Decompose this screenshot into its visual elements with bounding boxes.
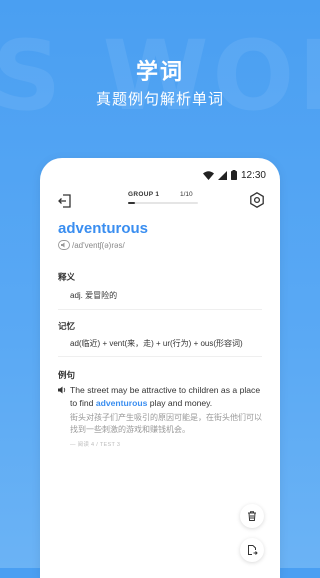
wifi-icon bbox=[202, 170, 214, 180]
phone-screen: 12:30 GROUP 1 1/10 adventurous /ad'ventʃ… bbox=[40, 158, 280, 578]
example-block: The street may be attractive to children… bbox=[58, 384, 268, 448]
memory-body: ad(临近) + vent(来，走) + ur(行为) + ous(形容词) bbox=[70, 339, 243, 348]
trash-icon bbox=[248, 511, 256, 521]
speaker-icon[interactable] bbox=[58, 240, 70, 250]
toolbar: GROUP 1 1/10 bbox=[40, 188, 280, 218]
definition-title: 释义 bbox=[58, 272, 76, 282]
delete-button[interactable] bbox=[240, 504, 264, 528]
memory-title: 记忆 bbox=[58, 321, 76, 331]
example-english: The street may be attractive to children… bbox=[58, 384, 268, 409]
example-highlight-word: adventurous bbox=[95, 397, 148, 408]
promo-subtitle: 真题例句解析单词 bbox=[95, 91, 224, 108]
export-button[interactable] bbox=[240, 538, 264, 562]
phonetic-text: /ad'ventʃ(ə)rəs/ bbox=[72, 240, 125, 250]
speaker-icon[interactable] bbox=[58, 386, 67, 394]
battery-icon bbox=[230, 170, 237, 180]
example-text-after: play and money. bbox=[147, 397, 213, 408]
example-source: — 阅读 4 / TEST 3 bbox=[70, 442, 121, 448]
example-title: 例句 bbox=[58, 370, 76, 380]
group-label: GROUP 1 bbox=[128, 191, 160, 198]
group-progress-bar bbox=[128, 202, 198, 204]
exit-button[interactable] bbox=[56, 192, 74, 210]
export-icon bbox=[248, 545, 258, 555]
definition-body: adj. 爱冒险的 bbox=[70, 291, 118, 300]
promo-title: 学词 bbox=[135, 59, 184, 84]
status-time: 12:30 bbox=[240, 169, 266, 181]
status-bar: 12:30 bbox=[202, 168, 266, 182]
settings-button[interactable] bbox=[248, 191, 266, 209]
divider bbox=[58, 309, 262, 310]
group-progress-fill bbox=[128, 202, 135, 204]
exit-icon bbox=[58, 194, 71, 208]
gear-icon bbox=[250, 192, 264, 208]
example-chinese: 街头对孩子们产生吸引的原因可能是，在街头他们可以找到一些刺激的游戏和赚钱机会。 bbox=[70, 413, 262, 434]
group-count: 1/10 bbox=[180, 191, 193, 198]
word-headword: adventurous bbox=[58, 220, 149, 237]
signal-icon bbox=[217, 170, 227, 180]
phonetic[interactable]: /ad'ventʃ(ə)rəs/ bbox=[58, 240, 125, 250]
divider bbox=[58, 356, 262, 357]
